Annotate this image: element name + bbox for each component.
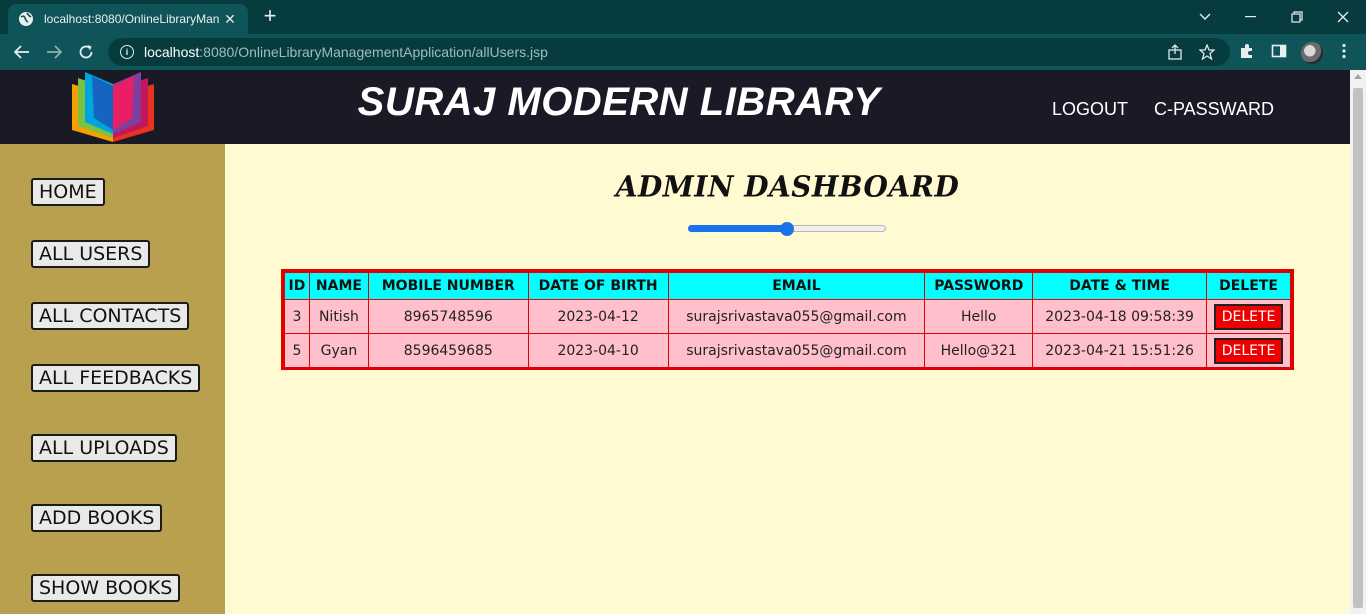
close-tab-icon[interactable]: ✕ — [222, 11, 238, 28]
page-scrollbar[interactable] — [1350, 70, 1366, 614]
address-bar[interactable]: i localhost:8080/OnlineLibraryManagement… — [108, 38, 1230, 66]
sidebar-item-all-uploads[interactable]: ALL UPLOADS — [31, 434, 177, 462]
chevron-down-icon[interactable] — [1182, 0, 1228, 34]
column-header-password: PASSWORD — [924, 272, 1034, 300]
delete-button[interactable]: DELETE — [1213, 303, 1284, 330]
cell-name: Nitish — [308, 299, 369, 334]
cell-dob: 2023-04-10 — [527, 333, 669, 368]
cell-datetime: 2023-04-18 09:58:39 — [1032, 299, 1208, 334]
column-header-mobile: MOBILE NUMBER — [367, 272, 529, 300]
column-header-dob: DATE OF BIRTH — [527, 272, 669, 300]
slider-handle[interactable] — [780, 222, 794, 236]
minimize-icon[interactable] — [1228, 0, 1274, 34]
sidebar-item-show-books[interactable]: SHOW BOOKS — [31, 574, 181, 602]
restore-icon[interactable] — [1274, 0, 1320, 34]
cell-email: surajsrivastava055@gmail.com — [667, 299, 926, 334]
tab-title: localhost:8080/OnlineLibraryMan — [44, 12, 220, 26]
sidebar-item-all-feedbacks[interactable]: ALL FEEDBACKS — [31, 364, 201, 392]
more-menu-icon[interactable] — [1335, 43, 1353, 61]
cell-name: Gyan — [308, 333, 369, 368]
sidebar-item-all-contacts[interactable]: ALL CONTACTS — [31, 302, 190, 330]
reload-icon[interactable] — [74, 40, 98, 64]
page-viewport: SURAJ MODERN LIBRARY LOGOUT C-PASSWARD H… — [0, 70, 1350, 614]
users-table-container: ID NAME MOBILE NUMBER DATE OF BIRTH EMAI… — [281, 269, 1294, 370]
cell-mobile: 8596459685 — [367, 333, 529, 368]
sidebar-item-home[interactable]: HOME — [31, 178, 105, 206]
users-table: ID NAME MOBILE NUMBER DATE OF BIRTH EMAI… — [284, 272, 1291, 368]
cell-datetime: 2023-04-21 15:51:26 — [1032, 333, 1208, 368]
bookmark-star-icon[interactable] — [1198, 43, 1216, 61]
column-header-delete: DELETE — [1206, 272, 1291, 300]
scroll-up-arrow-icon[interactable] — [1354, 74, 1362, 79]
column-header-name: NAME — [308, 272, 369, 300]
sidebar-item-add-books[interactable]: ADD BOOKS — [31, 504, 163, 532]
share-icon[interactable] — [1167, 44, 1183, 60]
cell-id: 3 — [284, 299, 310, 334]
globe-icon — [19, 12, 33, 26]
column-header-email: EMAIL — [667, 272, 926, 300]
info-icon[interactable]: i — [120, 45, 134, 59]
sidebar: HOME ALL USERS ALL CONTACTS ALL FEEDBACK… — [0, 144, 225, 614]
close-window-icon[interactable] — [1320, 0, 1366, 34]
profile-avatar[interactable] — [1301, 42, 1323, 64]
table-header-row: ID NAME MOBILE NUMBER DATE OF BIRTH EMAI… — [284, 272, 1291, 300]
cell-password: Hello@321 — [924, 333, 1034, 368]
site-header: SURAJ MODERN LIBRARY LOGOUT C-PASSWARD — [0, 70, 1350, 144]
cell-delete: DELETE — [1206, 333, 1291, 368]
cell-id: 5 — [284, 333, 310, 368]
side-panel-icon[interactable] — [1270, 43, 1288, 61]
cell-password: Hello — [924, 299, 1034, 334]
back-arrow-icon[interactable] — [10, 40, 34, 64]
logout-link[interactable]: LOGOUT — [1052, 99, 1128, 120]
cell-mobile: 8965748596 — [367, 299, 529, 334]
browser-toolbar: i localhost:8080/OnlineLibraryManagement… — [0, 34, 1366, 70]
change-password-link[interactable]: C-PASSWARD — [1154, 99, 1274, 120]
url-text: localhost:8080/OnlineLibraryManagementAp… — [144, 44, 548, 60]
browser-tab[interactable]: localhost:8080/OnlineLibraryMan ✕ — [8, 4, 248, 34]
page-title: ADMIN DASHBOARD — [615, 169, 960, 204]
cell-email: surajsrivastava055@gmail.com — [667, 333, 926, 368]
delete-button[interactable]: DELETE — [1213, 337, 1284, 364]
sidebar-item-all-users[interactable]: ALL USERS — [31, 240, 151, 268]
column-header-datetime: DATE & TIME — [1032, 272, 1208, 300]
range-slider[interactable] — [688, 222, 886, 236]
slider-fill — [688, 225, 787, 232]
cell-delete: DELETE — [1206, 299, 1291, 334]
browser-tab-strip: localhost:8080/OnlineLibraryMan ✕ + — [0, 0, 1366, 34]
table-row: 3 Nitish 8965748596 2023-04-12 surajsriv… — [284, 299, 1291, 334]
extensions-puzzle-icon[interactable] — [1238, 43, 1256, 61]
scrollbar-thumb[interactable] — [1353, 88, 1363, 608]
column-header-id: ID — [284, 272, 310, 300]
forward-arrow-icon[interactable] — [42, 40, 66, 64]
table-row: 5 Gyan 8596459685 2023-04-10 surajsrivas… — [284, 333, 1291, 368]
new-tab-icon[interactable]: + — [258, 5, 282, 29]
cell-dob: 2023-04-12 — [527, 299, 669, 334]
